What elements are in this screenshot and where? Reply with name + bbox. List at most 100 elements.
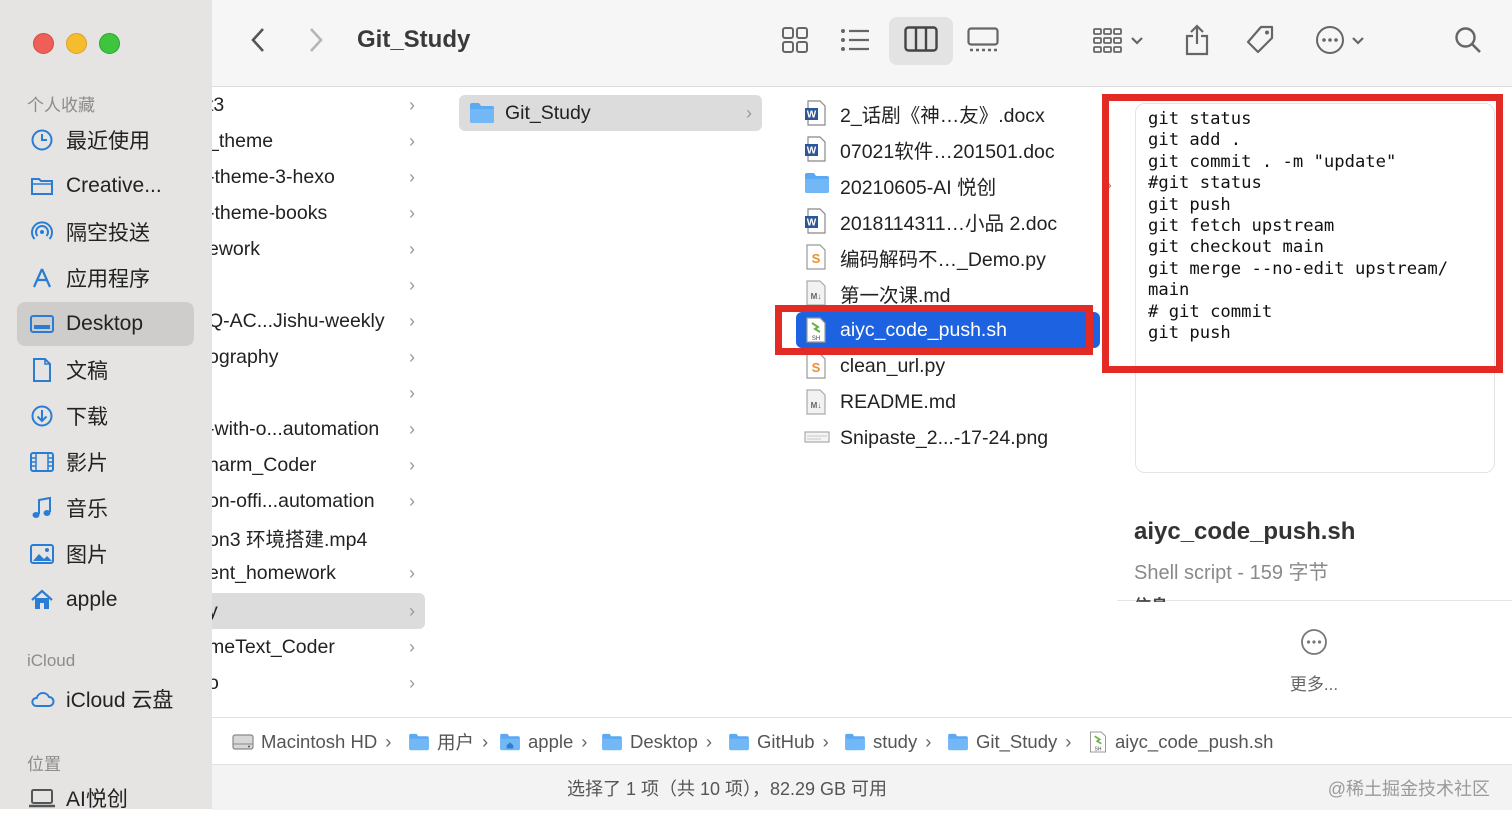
hard-drive-icon [232, 732, 254, 752]
more-button[interactable]: 更多... [1270, 626, 1358, 694]
sidebar-item-label: 音乐 [66, 498, 108, 521]
column-github-study: Git_Study › [443, 87, 781, 717]
sidebar-item-label: 隔空投送 [66, 222, 150, 245]
list-item[interactable]: › [212, 375, 443, 411]
tags-button[interactable] [1238, 20, 1282, 64]
home-icon [29, 587, 55, 613]
column-view-button[interactable] [889, 17, 953, 65]
sidebar-item-desktop[interactable]: Desktop [17, 302, 194, 346]
list-item[interactable]: ent_homework › [212, 555, 443, 591]
list-item-git-study[interactable]: Git_Study › [459, 95, 762, 131]
sidebar: 个人收藏 最近使用 Creative... 隔空投送 应用程序 Desktop … [0, 0, 212, 811]
list-item[interactable]: W 07021软件…201501.doc [804, 131, 1100, 167]
folder-icon [947, 733, 969, 751]
python-file-icon: S [804, 353, 828, 379]
list-item[interactable]: harm_Coder › [212, 447, 443, 483]
chevron-right-icon: › [482, 730, 489, 752]
list-item[interactable]: on-offi...automation › [212, 483, 443, 519]
list-item[interactable]: 20210605-AI 悦创 › [804, 167, 1112, 203]
list-item[interactable]: o› [212, 665, 443, 701]
computer-icon [29, 785, 55, 811]
path-item-users[interactable]: 用户 › [408, 718, 496, 765]
clock-icon [29, 127, 55, 153]
sidebar-item-pictures[interactable]: 图片 [17, 532, 194, 576]
sidebar-item-home[interactable]: apple [17, 578, 194, 622]
back-button[interactable] [242, 24, 274, 60]
locations-header: 位置 [27, 755, 61, 774]
folder-icon [469, 102, 495, 124]
list-item[interactable]: meText_Coder › [212, 629, 443, 665]
close-window-button[interactable] [33, 33, 54, 54]
list-item[interactable]: t3› [212, 87, 443, 123]
list-item[interactable]: _theme › [212, 123, 443, 159]
list-item-selected[interactable]: y› [212, 593, 425, 629]
sidebar-item-downloads[interactable]: 下载 [17, 394, 194, 438]
list-icon [840, 28, 870, 57]
list-item[interactable]: -theme-books › [212, 195, 443, 231]
sidebar-item-music[interactable]: 音乐 [17, 486, 194, 530]
status-bar: 选择了 1 项（共 10 项），82.29 GB 可用 @稀土掘金技术社区 [212, 764, 1512, 810]
search-button[interactable] [1448, 22, 1488, 62]
svg-text:M↓: M↓ [811, 292, 822, 301]
svg-text:S: S [812, 251, 821, 266]
sidebar-item-applications[interactable]: 应用程序 [17, 256, 194, 300]
status-text: 选择了 1 项（共 10 项），82.29 GB 可用 [566, 778, 888, 799]
sidebar-item-icloud-drive[interactable]: iCloud 云盘 [17, 677, 194, 721]
list-item[interactable]: S 编码解码不…_Demo.py [804, 239, 1100, 275]
list-item[interactable]: Q-AC...Jishu-weekly › [212, 303, 443, 339]
action-menu-button[interactable] [1308, 22, 1372, 62]
share-icon [1184, 23, 1210, 61]
path-item-git-study[interactable]: Git_Study › [947, 718, 1079, 765]
chevron-right-icon: › [581, 730, 588, 752]
list-item[interactable]: on3 环境搭建.mp4 [212, 519, 443, 555]
sidebar-item-creative[interactable]: Creative... [17, 164, 194, 208]
word-file-icon: W [804, 100, 828, 126]
icon-view-button[interactable] [774, 22, 816, 62]
gallery-view-button[interactable] [962, 22, 1004, 62]
preview-kind: Shell script - 159 字节 [1134, 562, 1329, 584]
list-view-button[interactable] [834, 22, 876, 62]
sidebar-item-label: 文稿 [66, 360, 108, 383]
chevron-right-icon: › [409, 600, 415, 621]
chevron-right-icon: › [1065, 730, 1072, 752]
sidebar-item-movies[interactable]: 影片 [17, 440, 194, 484]
sidebar-item-airdrop[interactable]: 隔空投送 [17, 210, 194, 254]
group-icon [1092, 27, 1124, 58]
zoom-window-button[interactable] [99, 33, 120, 54]
more-icon [1315, 25, 1345, 60]
path-item-macintosh-hd[interactable]: Macintosh HD › [232, 718, 399, 765]
list-item[interactable]: Snipaste_2...-17-24.png [804, 420, 1100, 456]
path-item-github[interactable]: GitHub › [728, 718, 837, 765]
group-by-button[interactable] [1087, 22, 1149, 62]
path-item-file[interactable]: SH aiyc_code_push.sh [1088, 718, 1273, 765]
chevron-down-icon [1130, 33, 1144, 51]
folder-icon [728, 733, 750, 751]
list-item[interactable]: W 2_话剧《神…友》.docx [804, 95, 1100, 131]
sidebar-item-computer[interactable]: AI悦创 [17, 776, 194, 820]
path-item-study[interactable]: study › [844, 718, 939, 765]
folder-icon [601, 733, 623, 751]
list-item[interactable]: -theme-3-hexo › [212, 159, 443, 195]
list-item[interactable]: -with-o...automation › [212, 411, 443, 447]
word-file-icon: W [804, 208, 828, 234]
list-item[interactable]: ography › [212, 339, 443, 375]
list-item[interactable]: ework › [212, 231, 443, 267]
list-item[interactable]: M↓ README.md [804, 384, 1100, 420]
sidebar-item-label: apple [66, 588, 118, 611]
chevron-right-icon: › [409, 310, 415, 331]
minimize-window-button[interactable] [66, 33, 87, 54]
more-icon [1300, 628, 1328, 661]
path-item-desktop[interactable]: Desktop › [601, 718, 720, 765]
forward-button[interactable] [300, 24, 332, 60]
sidebar-item-recents[interactable]: 最近使用 [17, 118, 194, 162]
share-button[interactable] [1176, 20, 1218, 64]
list-item[interactable]: › [212, 267, 443, 303]
markdown-file-icon: M↓ [804, 389, 828, 415]
folder-icon [29, 173, 55, 199]
path-item-apple[interactable]: apple › [499, 718, 595, 765]
preview-info-header: 信息 [1134, 592, 1168, 602]
chevron-right-icon: › [409, 202, 415, 223]
sidebar-item-documents[interactable]: 文稿 [17, 348, 194, 392]
list-item[interactable]: W 2018114311…小品 2.doc [804, 203, 1100, 239]
sidebar-item-label: iCloud 云盘 [66, 689, 174, 712]
